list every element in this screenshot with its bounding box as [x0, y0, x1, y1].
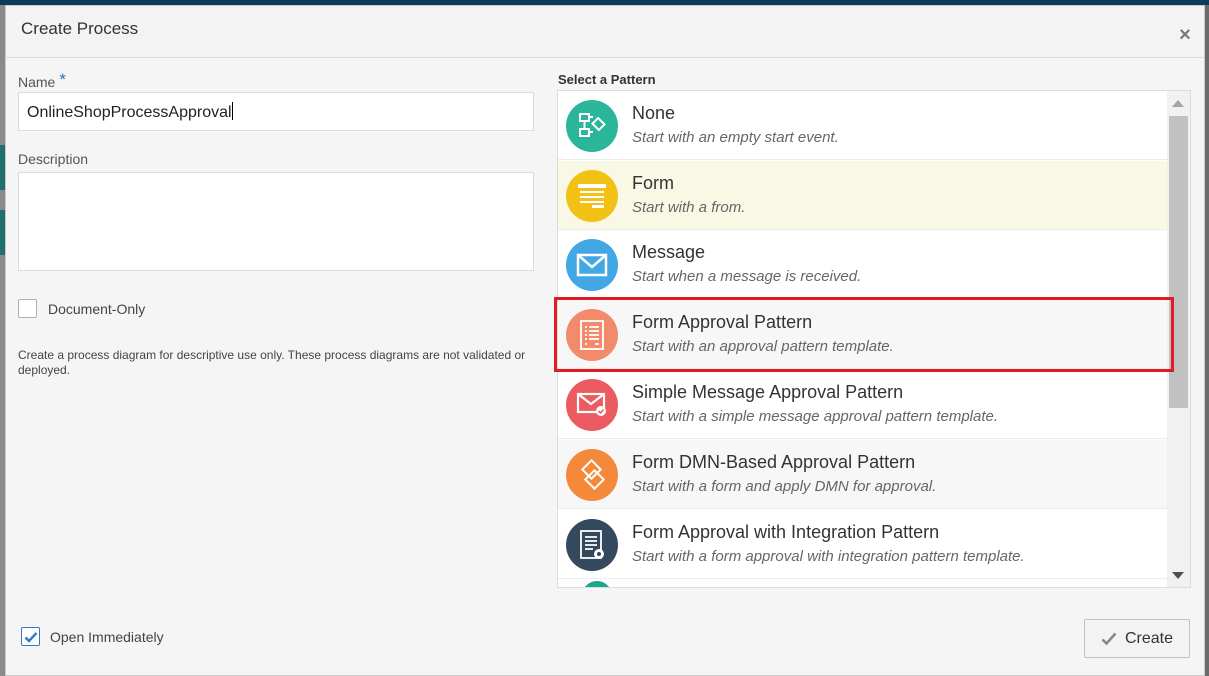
pattern-item-form-dmn-approval[interactable]: Form DMN-Based Approval Pattern Start wi…	[558, 440, 1167, 509]
pattern-subtitle: Start with a form approval with integrat…	[632, 548, 1025, 565]
pattern-title: Form Approval with Integration Pattern	[632, 522, 940, 542]
message-approval-icon	[566, 379, 618, 431]
pattern-title: Message	[632, 242, 706, 262]
dialog-title: Create Process	[21, 19, 139, 38]
pattern-item-simple-message-approval[interactable]: Simple Message Approval Pattern Start wi…	[558, 370, 1167, 439]
open-immediately-label: Open Immediately	[50, 629, 164, 645]
close-icon[interactable]: ×	[1176, 25, 1194, 45]
pattern-item-none[interactable]: None Start with an empty start event.	[558, 91, 1167, 160]
pattern-subtitle: Start with a form and apply DMN for appr…	[632, 478, 937, 495]
name-input-value: OnlineShopProcessApproval	[27, 104, 232, 121]
checkmark-icon	[1101, 632, 1117, 645]
text-caret	[231, 102, 233, 120]
document-only-checkbox[interactable]	[18, 299, 37, 318]
select-pattern-label: Select a Pattern	[558, 72, 656, 87]
name-label-text: Name	[18, 74, 56, 90]
pattern-subtitle: Start with a simple message approval pat…	[632, 408, 999, 425]
integration-icon	[566, 519, 618, 571]
envelope-icon	[566, 239, 618, 291]
pattern-subtitle: Start with an empty start event.	[632, 129, 839, 146]
dialog-header: Create Process ×	[6, 6, 1204, 58]
scroll-up-arrow-icon[interactable]	[1172, 100, 1184, 107]
scroll-down-arrow-icon[interactable]	[1172, 572, 1184, 579]
pattern-item-form[interactable]: Form Start with a from.	[558, 161, 1167, 230]
name-input[interactable]: OnlineShopProcessApproval	[18, 92, 534, 131]
description-textarea[interactable]	[18, 172, 534, 271]
document-only-label: Document-Only	[48, 301, 146, 317]
pattern-title: Form DMN-Based Approval Pattern	[632, 452, 916, 472]
checkmark-icon	[24, 632, 38, 643]
pattern-title: Form	[632, 173, 674, 193]
create-button-label: Create	[1124, 629, 1174, 647]
pattern-item-form-approval-integration[interactable]: Form Approval with Integration Pattern S…	[558, 510, 1167, 579]
pattern-title: Simple Message Approval Pattern	[632, 382, 904, 402]
create-process-dialog: Create Process × Name * OnlineShopProcess…	[5, 5, 1205, 676]
pattern-title: None	[632, 103, 676, 123]
flow-diagram-icon	[566, 100, 618, 152]
description-label: Description	[18, 151, 89, 167]
pattern-subtitle: Start with a from.	[632, 199, 746, 216]
name-label: Name *	[18, 70, 66, 92]
document-only-help-text: Create a process diagram for descriptive…	[18, 348, 526, 377]
selection-highlight-annotation	[554, 297, 1174, 372]
form-icon	[566, 170, 618, 222]
pattern-subtitle: Start when a message is received.	[632, 268, 862, 285]
create-button[interactable]: Create	[1084, 619, 1190, 658]
open-immediately-checkbox[interactable]	[21, 627, 40, 646]
required-marker: *	[59, 70, 66, 89]
pattern-item-message[interactable]: Message Start when a message is received…	[558, 230, 1167, 299]
dmn-icon	[566, 449, 618, 501]
next-pattern-icon-partial	[582, 581, 612, 587]
